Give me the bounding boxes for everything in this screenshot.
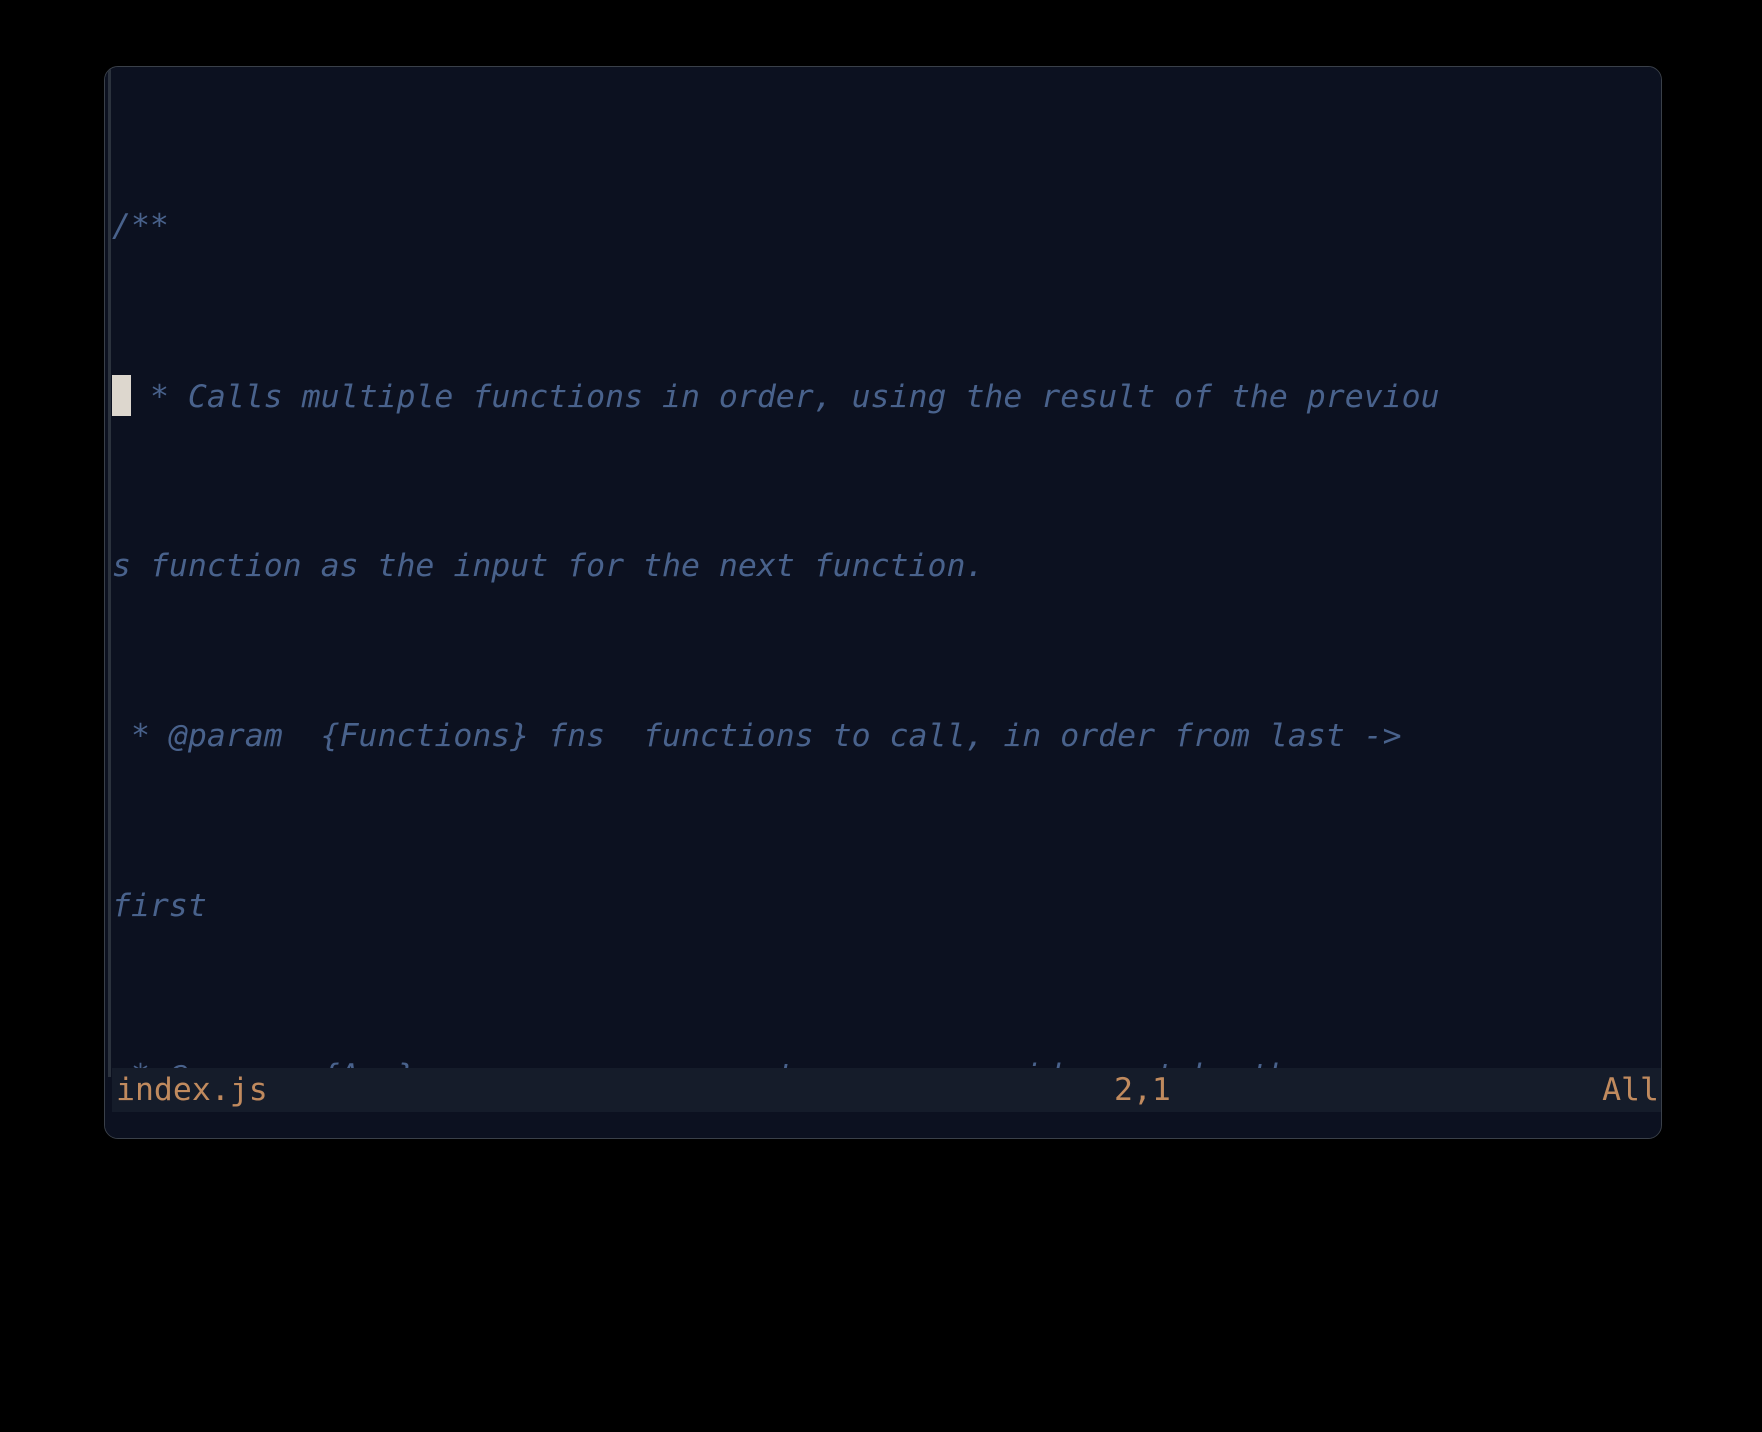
status-cursor-position: 2,1: [1114, 1072, 1171, 1108]
code-line-3-wrap: first: [112, 885, 1661, 928]
code-line-3: * @param {Functions} fns functions to ca…: [112, 715, 1661, 758]
comment-token: s function as the input for the next fun…: [112, 547, 985, 584]
comment-token: * @param {Functions} fns functions to ca…: [112, 717, 1402, 754]
screen-root: /** * Calls multiple functions in order,…: [0, 0, 1762, 1432]
status-file-name: index.js: [116, 1072, 268, 1108]
status-scroll-indicator: All: [1602, 1072, 1659, 1108]
editor-left-split-bar: [108, 67, 111, 1077]
vim-editor-pane[interactable]: /** * Calls multiple functions in order,…: [105, 67, 1661, 1138]
comment-token: * Calls multiple functions in order, usi…: [131, 378, 1440, 415]
code-line-1: /**: [112, 205, 1661, 248]
comment-token: /**: [112, 207, 169, 244]
editor-text-area[interactable]: /** * Calls multiple functions in order,…: [112, 77, 1661, 1094]
vim-status-line: index.js 2,1 All: [112, 1068, 1661, 1112]
comment-token: first: [112, 887, 207, 924]
terminal-window[interactable]: /** * Calls multiple functions in order,…: [104, 66, 1662, 1139]
text-cursor: [112, 374, 131, 416]
code-line-2: * Calls multiple functions in order, usi…: [112, 374, 1661, 418]
code-line-2-wrap: s function as the input for the next fun…: [112, 545, 1661, 588]
